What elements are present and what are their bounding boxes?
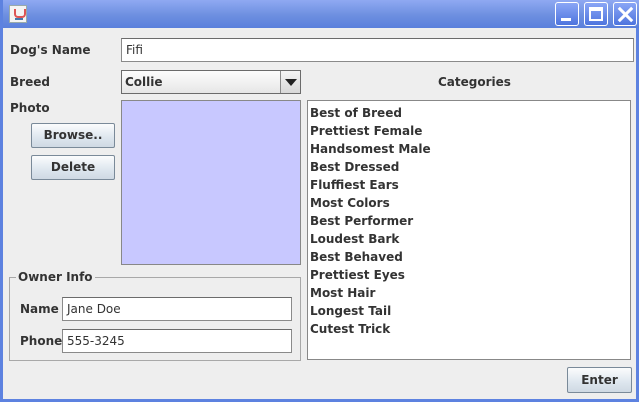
enter-button[interactable]: Enter (567, 367, 632, 393)
breed-label: Breed (10, 75, 50, 89)
breed-dropdown[interactable]: Collie (121, 70, 301, 94)
maximize-button[interactable] (584, 2, 608, 26)
owner-info-title: Owner Info (16, 270, 95, 284)
owner-name-field[interactable]: Jane Doe (62, 297, 292, 321)
delete-button[interactable]: Delete (31, 155, 115, 180)
owner-info-group: Owner Info Name Jane Doe Phone 555-3245 (9, 270, 301, 361)
title-bar[interactable] (3, 0, 639, 28)
list-item[interactable]: Prettiest Eyes (308, 266, 630, 284)
app-window: Dog's Name Fifi Breed Collie Photo Brows… (0, 0, 639, 402)
breed-selected-value: Collie (125, 75, 163, 89)
photo-preview[interactable] (121, 100, 301, 265)
list-item[interactable]: Fluffiest Ears (308, 176, 630, 194)
list-item[interactable]: Best of Breed (308, 104, 630, 122)
list-item[interactable]: Most Colors (308, 194, 630, 212)
list-item[interactable]: Most Hair (308, 284, 630, 302)
list-item[interactable]: Best Behaved (308, 248, 630, 266)
list-item[interactable]: Longest Tail (308, 302, 630, 320)
java-cup-icon[interactable] (9, 5, 27, 23)
list-item[interactable]: Handsomest Male (308, 140, 630, 158)
minimize-button[interactable] (555, 2, 579, 26)
dog-name-field[interactable]: Fifi (121, 38, 634, 62)
chevron-down-icon[interactable] (280, 71, 300, 93)
list-item[interactable]: Loudest Bark (308, 230, 630, 248)
photo-label: Photo (10, 101, 50, 115)
dog-name-label: Dog's Name (10, 43, 91, 57)
owner-name-label: Name (20, 302, 59, 316)
list-item[interactable]: Prettiest Female (308, 122, 630, 140)
categories-heading: Categories (438, 75, 511, 89)
list-item[interactable]: Cutest Trick (308, 320, 630, 338)
owner-phone-field[interactable]: 555-3245 (62, 329, 292, 353)
browse-button[interactable]: Browse.. (31, 123, 115, 148)
owner-phone-label: Phone (20, 334, 63, 348)
close-button[interactable] (613, 2, 637, 26)
list-item[interactable]: Best Performer (308, 212, 630, 230)
list-item[interactable]: Best Dressed (308, 158, 630, 176)
categories-list[interactable]: Best of Breed Prettiest Female Handsomes… (307, 100, 631, 360)
